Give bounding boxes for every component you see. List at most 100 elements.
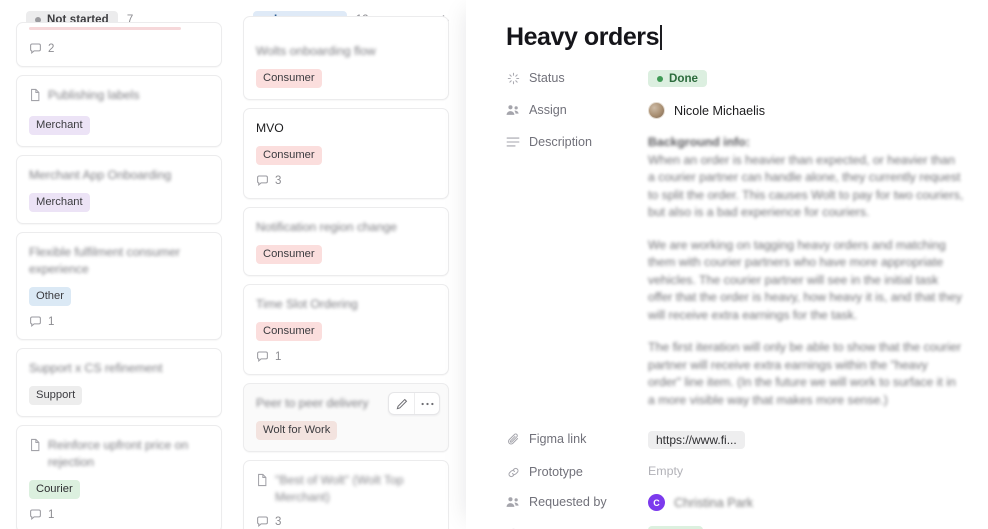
description-paragraph-text: When an order is heavier than expected, …	[648, 152, 964, 220]
status-badge-label: Done	[669, 72, 698, 85]
avatar: C	[648, 494, 665, 511]
board-column-not-started: Not started 7 2 Publishing labels Mercha…	[8, 0, 230, 529]
field-label-description: Description	[506, 134, 648, 149]
card-tag: Consumer	[256, 69, 322, 88]
assignee[interactable]: Nicole Michaelis	[648, 102, 964, 119]
field-label-figma-link: Figma link	[506, 431, 648, 446]
card-tag: Wolt for Work	[256, 421, 338, 440]
card[interactable]: "Best of Wolt" (Wolt Top Merchant) 3	[243, 460, 449, 529]
card-comment-count: 1	[256, 350, 436, 363]
field-label-status: Status	[506, 70, 648, 85]
card[interactable]: Time Slot Ordering Consumer 1	[243, 284, 449, 375]
document-icon	[29, 438, 42, 457]
field-description: Description Background info: When an ord…	[506, 134, 964, 409]
text-cursor	[660, 24, 662, 50]
link-icon	[506, 465, 520, 479]
card-title-row: Flexible fulfilment consumer experience	[29, 244, 209, 278]
card-title: Publishing labels	[48, 88, 140, 102]
card-title-row: Wolts onboarding flow	[256, 43, 436, 60]
card-tag: Consumer	[256, 146, 322, 165]
figma-link-chip[interactable]: https://www.fi...	[648, 431, 745, 449]
card-title-row: Support x CS refinement	[29, 360, 209, 377]
card[interactable]: Notification region change Consumer	[243, 207, 449, 276]
card[interactable]: MVO Consumer 3	[243, 108, 449, 199]
card-tag: Consumer	[256, 245, 322, 264]
requester-name: Christina Park	[674, 495, 754, 510]
card-comment-count: 1	[29, 315, 209, 328]
field-value-status[interactable]: Done	[648, 70, 964, 87]
column-body-in-progress: Wolts onboarding flow Consumer MVO Consu…	[235, 16, 457, 529]
field-value-requested-by[interactable]: C Christina Park	[648, 494, 964, 511]
column-body-not-started: 2 Publishing labels Merchant Merchant Ap…	[8, 22, 230, 529]
description-paragraph: We are working on tagging heavy orders a…	[648, 237, 962, 322]
card-title-row: Notification region change	[256, 219, 436, 236]
field-label-prototype: Prototype	[506, 464, 648, 479]
field-label-text: Status	[529, 71, 565, 85]
people-icon	[506, 495, 520, 509]
field-label-assign: Assign	[506, 102, 648, 117]
comment-count-label: 1	[48, 508, 55, 521]
card-title: Reinforce upfront price on rejection	[48, 438, 189, 469]
field-label-text: Assign	[529, 103, 567, 117]
app-root: Not started 7 2 Publishing labels Mercha…	[0, 0, 988, 529]
description-paragraph: Background info: When an order is heavie…	[648, 134, 964, 222]
status-badge[interactable]: Done	[648, 70, 707, 87]
card-tag: Other	[29, 287, 71, 306]
field-label-text: Prototype	[529, 465, 583, 479]
card[interactable]: Publishing labels Merchant	[16, 75, 222, 147]
card[interactable]: Flexible fulfilment consumer experience …	[16, 232, 222, 340]
card-tag: Merchant	[29, 116, 90, 135]
avatar	[648, 102, 665, 119]
field-label-text: Description	[529, 135, 592, 149]
card-title: Notification region change	[256, 220, 397, 234]
comment-count-label: 3	[275, 515, 282, 528]
card-tag: Merchant	[29, 193, 90, 212]
card-title-row: "Best of Wolt" (Wolt Top Merchant)	[256, 472, 436, 506]
field-assign: Assign Nicole Michaelis	[506, 102, 964, 119]
card-comment-count: 3	[256, 174, 436, 187]
card-title-row: Time Slot Ordering	[256, 296, 436, 313]
card[interactable]: Reinforce upfront price on rejection Cou…	[16, 425, 222, 529]
task-title-text: Heavy orders	[506, 22, 660, 51]
card-comment-count: 2	[29, 42, 209, 55]
card-tag: Consumer	[256, 322, 322, 341]
card-partial-tag	[29, 27, 181, 30]
card-title-row: MVO	[256, 120, 436, 137]
card-title-row: Publishing labels	[29, 87, 209, 107]
card-edit-icon[interactable]	[389, 393, 414, 414]
field-value-prototype[interactable]: Empty	[648, 464, 964, 478]
card-title: "Best of Wolt" (Wolt Top Merchant)	[275, 473, 404, 504]
card-title: MVO	[256, 121, 284, 135]
card-more-options-icon[interactable]	[414, 393, 439, 414]
card[interactable]: Wolts onboarding flow Consumer	[243, 16, 449, 100]
field-value-figma-link[interactable]: https://www.fi...	[648, 431, 964, 449]
card[interactable]: Merchant App Onboarding Merchant	[16, 155, 222, 224]
status-dot-icon	[657, 75, 663, 82]
prototype-empty-label: Empty	[648, 464, 684, 478]
document-icon	[29, 88, 42, 107]
requester[interactable]: C Christina Park	[648, 494, 964, 511]
card[interactable]: Peer to peer delivery Wolt for Work	[243, 383, 449, 452]
page-title[interactable]: Heavy orders	[506, 18, 964, 56]
card-hover-toolbar	[388, 392, 440, 415]
lines-icon	[506, 135, 520, 149]
field-value-assign[interactable]: Nicole Michaelis	[648, 102, 964, 119]
description-body[interactable]: Background info: When an order is heavie…	[648, 134, 964, 409]
paperclip-icon	[506, 432, 520, 446]
field-label-text: Requested by	[529, 495, 607, 509]
card[interactable]: 2	[16, 22, 222, 67]
card-comment-count: 3	[256, 515, 436, 528]
field-figma-link: Figma link https://www.fi...	[506, 431, 964, 449]
card-title: Time Slot Ordering	[256, 297, 358, 311]
comment-count-label: 1	[275, 350, 282, 363]
kanban-board: Not started 7 2 Publishing labels Mercha…	[0, 0, 520, 529]
card-comment-count: 1	[29, 508, 209, 521]
card-title-row: Reinforce upfront price on rejection	[29, 437, 209, 471]
field-label-text: Figma link	[529, 432, 587, 446]
card-title-row: Merchant App Onboarding	[29, 167, 209, 184]
field-label-requested-by: Requested by	[506, 494, 648, 509]
card-title: Wolts onboarding flow	[256, 44, 376, 58]
card[interactable]: Support x CS refinement Support	[16, 348, 222, 417]
document-icon	[256, 473, 269, 492]
card-title: Flexible fulfilment consumer experience	[29, 245, 181, 276]
